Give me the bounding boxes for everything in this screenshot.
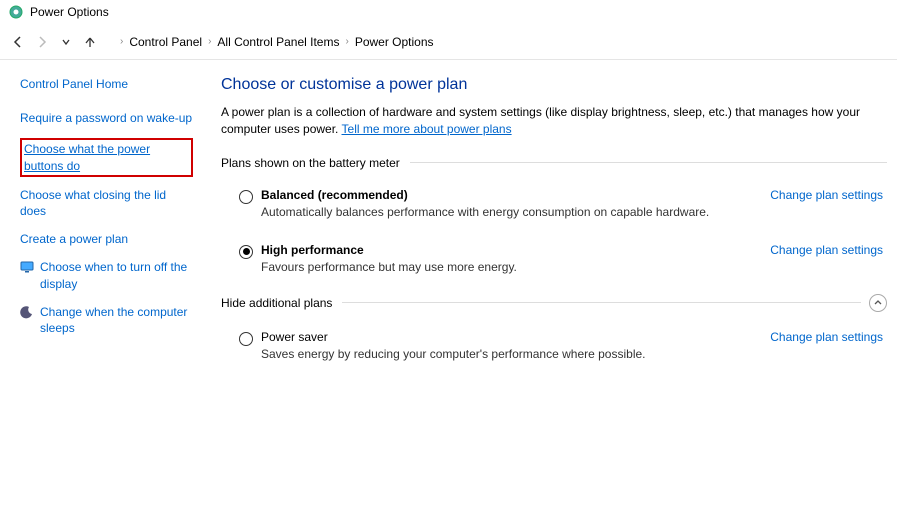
up-button[interactable] [80, 32, 100, 52]
power-buttons-link[interactable]: Choose what the power buttons do [20, 138, 193, 176]
sleep-icon [20, 305, 34, 319]
section-shown-plans: Plans shown on the battery meter [221, 156, 887, 174]
back-button[interactable] [8, 32, 28, 52]
chevron-right-icon: › [208, 36, 211, 47]
divider [410, 162, 887, 163]
radio-balanced[interactable] [239, 190, 253, 204]
require-password-link[interactable]: Require a password on wake-up [20, 110, 193, 126]
plan-desc: Favours performance but may use more ene… [261, 260, 750, 274]
window-title: Power Options [30, 5, 109, 19]
change-plan-settings-link[interactable]: Change plan settings [770, 243, 883, 257]
turn-off-display-link[interactable]: Choose when to turn off the display [40, 259, 193, 291]
learn-more-link[interactable]: Tell me more about power plans [342, 122, 512, 136]
title-bar: Power Options [0, 0, 897, 24]
change-plan-settings-link[interactable]: Change plan settings [770, 188, 883, 202]
breadcrumb[interactable]: › Control Panel › All Control Panel Item… [110, 35, 434, 49]
chevron-right-icon: › [120, 36, 123, 47]
control-panel-home-link[interactable]: Control Panel Home [20, 76, 193, 92]
display-icon [20, 260, 34, 274]
power-options-icon [8, 4, 24, 20]
page-heading: Choose or customise a power plan [221, 76, 887, 94]
nav-bar: › Control Panel › All Control Panel Item… [0, 24, 897, 60]
plan-name: Power saver [261, 330, 750, 344]
chevron-right-icon: › [345, 36, 348, 47]
plan-name: Balanced (recommended) [261, 188, 750, 202]
computer-sleeps-link[interactable]: Change when the computer sleeps [40, 304, 193, 336]
forward-button[interactable] [32, 32, 52, 52]
radio-high-performance[interactable] [239, 245, 253, 259]
sidebar: Control Panel Home Require a password on… [20, 76, 205, 381]
recent-dropdown[interactable] [56, 32, 76, 52]
divider [342, 302, 861, 303]
plan-desc: Saves energy by reducing your computer's… [261, 347, 750, 361]
plan-power-saver[interactable]: Power saver Saves energy by reducing you… [221, 326, 887, 365]
breadcrumb-item[interactable]: Power Options [355, 35, 434, 49]
main-content: Choose or customise a power plan A power… [205, 76, 887, 381]
plan-desc: Automatically balances performance with … [261, 205, 750, 219]
breadcrumb-item[interactable]: Control Panel [129, 35, 202, 49]
page-description: A power plan is a collection of hardware… [221, 104, 887, 138]
plan-high-performance[interactable]: High performance Favours performance but… [221, 239, 887, 278]
collapse-button[interactable] [869, 294, 887, 312]
create-plan-link[interactable]: Create a power plan [20, 231, 193, 247]
plan-balanced[interactable]: Balanced (recommended) Automatically bal… [221, 184, 887, 223]
change-plan-settings-link[interactable]: Change plan settings [770, 330, 883, 344]
radio-power-saver[interactable] [239, 332, 253, 346]
closing-lid-link[interactable]: Choose what closing the lid does [20, 187, 193, 219]
plan-name: High performance [261, 243, 750, 257]
section-hidden-plans: Hide additional plans [221, 294, 887, 316]
breadcrumb-item[interactable]: All Control Panel Items [217, 35, 339, 49]
